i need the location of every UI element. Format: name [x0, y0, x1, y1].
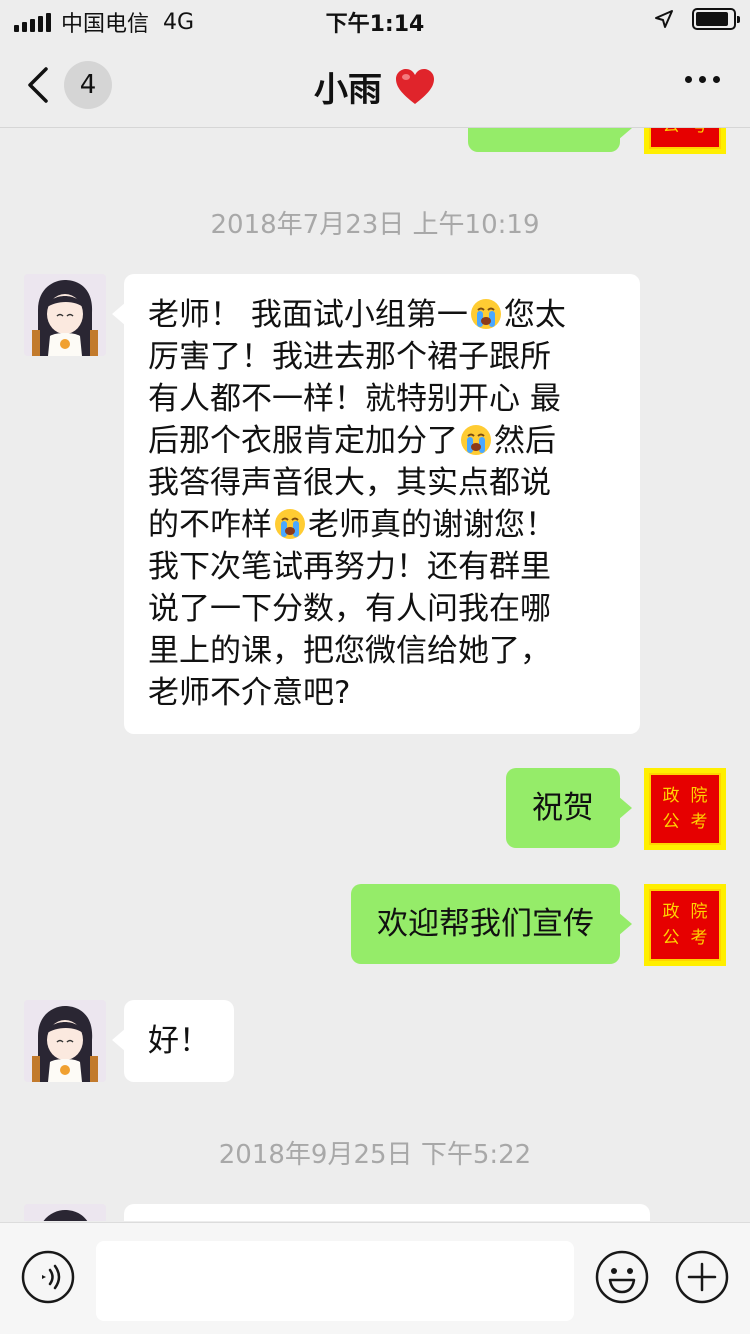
- status-time: 下午1:14: [325, 12, 425, 37]
- message-text: 祝贺: [532, 790, 594, 826]
- contact-avatar[interactable]: [24, 274, 106, 356]
- message-list[interactable]: 政院公考 2018年7月23日 上午10:19 老师！ 我面试小组第一您太: [0, 128, 750, 1221]
- nav-bar: 4 小雨: [0, 40, 750, 128]
- chat-title: 小雨: [0, 62, 750, 111]
- heart-icon: [396, 68, 434, 104]
- own-avatar[interactable]: 政院公考: [644, 768, 726, 850]
- message-text: 老师！ 我面试小组第一 您太 厉害了！我进去那个裙子跟所 有人都不一样！就特别开心…: [148, 297, 566, 711]
- more-options-button[interactable]: [685, 76, 720, 83]
- timestamp: 2018年9月25日 下午5:22: [218, 1140, 532, 1170]
- partial-message-bubble[interactable]: [124, 1204, 650, 1221]
- status-right: [654, 8, 740, 30]
- partial-own-bubble[interactable]: [468, 128, 632, 152]
- anime-girl-avatar-icon: [24, 1204, 106, 1221]
- seal-logo: 政院公考: [649, 128, 721, 149]
- own-avatar[interactable]: 政院公考: [644, 884, 726, 966]
- status-bar: 中国电信 4G 下午1:14: [0, 0, 750, 40]
- message-bubble-own[interactable]: 欢迎帮我们宣传: [351, 884, 632, 964]
- message-text: 欢迎帮我们宣传: [377, 906, 594, 942]
- dot-icon: [699, 76, 706, 83]
- chat-screen: 中国电信 4G 下午1:14 4 小雨 2018年7月23日 上午10:19 老…: [0, 0, 750, 1334]
- dot-icon: [685, 76, 692, 83]
- message-bubble[interactable]: 好！: [112, 1000, 234, 1082]
- anime-girl-avatar-icon: [24, 274, 106, 356]
- location-arrow-icon: [655, 10, 673, 28]
- battery-icon: [692, 8, 740, 30]
- contact-name: 小雨: [314, 70, 382, 110]
- message-input[interactable]: [96, 1241, 574, 1321]
- own-avatar[interactable]: 政院公考: [644, 128, 726, 154]
- contact-avatar[interactable]: [24, 1000, 106, 1082]
- emoji-picker-icon[interactable]: [594, 1249, 650, 1305]
- dot-icon: [713, 76, 720, 83]
- contact-avatar[interactable]: [24, 1204, 106, 1221]
- voice-input-icon[interactable]: [20, 1249, 76, 1305]
- crying-face-icon: [470, 299, 501, 329]
- add-more-icon[interactable]: [674, 1249, 730, 1305]
- crying-face-icon: [461, 425, 491, 455]
- crying-face-icon: [275, 509, 305, 539]
- timestamp: 2018年7月23日 上午10:19: [210, 210, 540, 240]
- message-bubble[interactable]: 老师！ 我面试小组第一 您太 厉害了！我进去那个裙子跟所 有人都不一样！就特别开心…: [112, 274, 640, 734]
- seal-logo: 政院公考: [649, 889, 721, 961]
- seal-logo: 政院公考: [649, 773, 721, 845]
- input-bar: [0, 1222, 750, 1334]
- anime-girl-avatar-icon: [24, 1000, 106, 1082]
- message-bubble-own[interactable]: 祝贺: [506, 768, 632, 848]
- message-text: 好！: [148, 1023, 210, 1059]
